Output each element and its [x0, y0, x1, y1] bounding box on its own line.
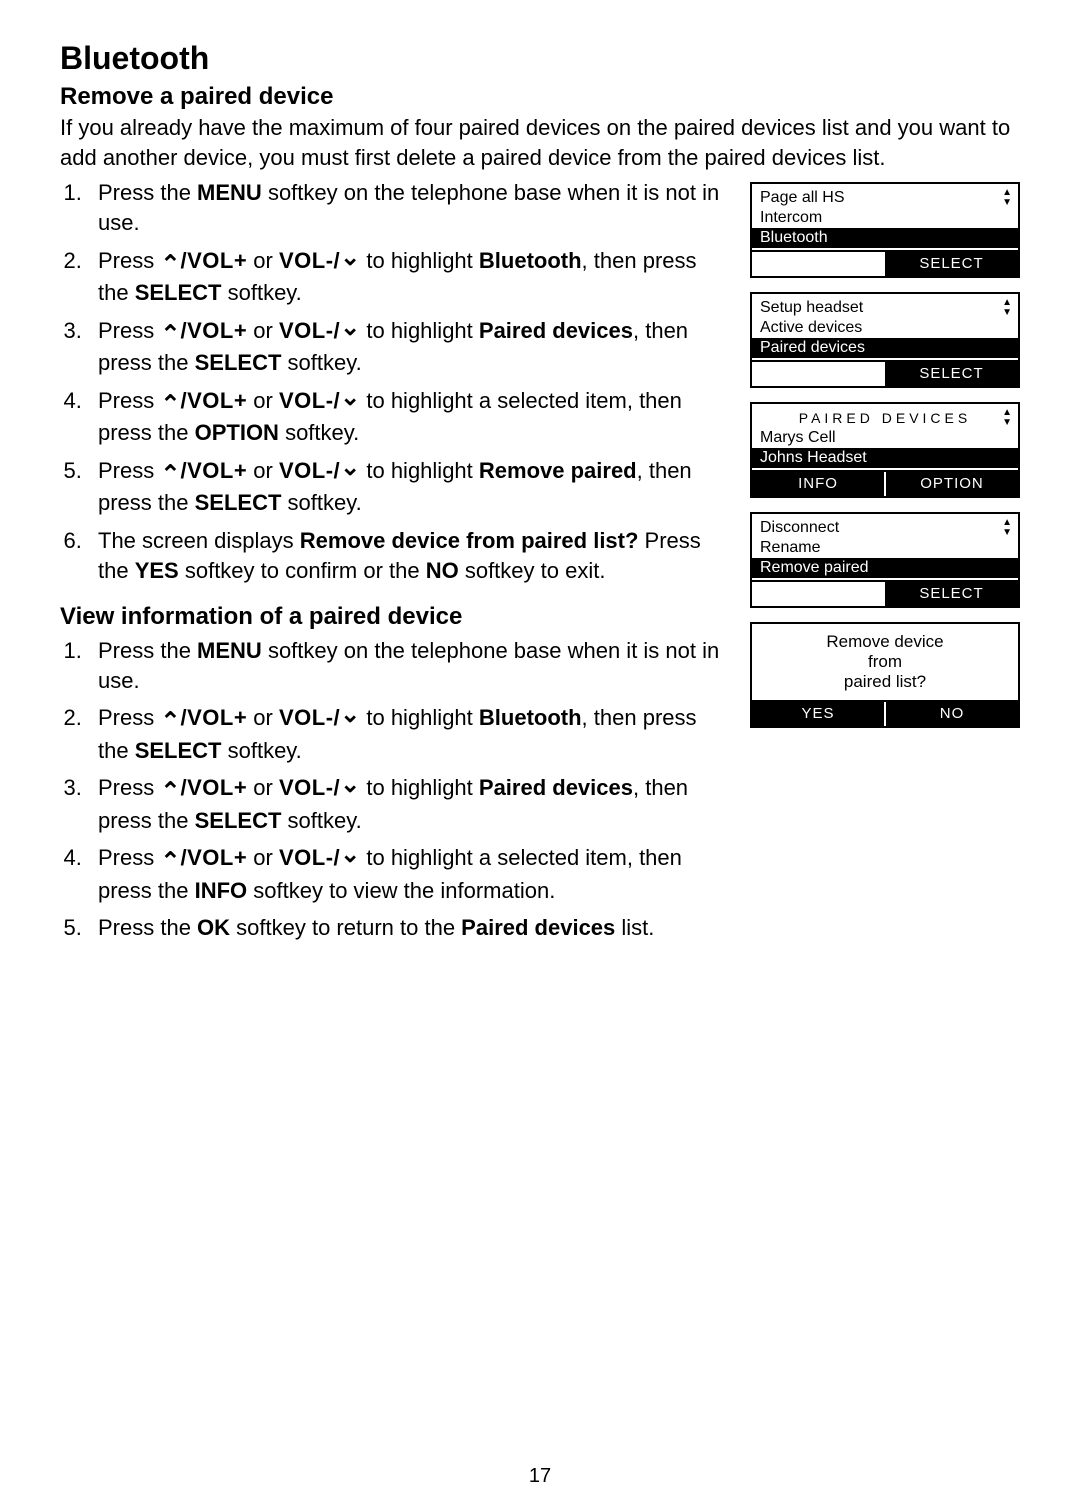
screen-main-menu: Page all HS Intercom Bluetooth SELECT: [750, 182, 1020, 278]
list-item: Press /VOL+ or VOL-/ to highlight Paired…: [88, 773, 732, 835]
scroll-indicator-icon: [1002, 298, 1012, 318]
menu-row-selected: Johns Headset: [752, 448, 1018, 468]
remove-steps: Press the MENU softkey on the telephone …: [60, 178, 732, 585]
scroll-indicator-icon: [1002, 188, 1012, 208]
softkey-select: SELECT: [885, 582, 1018, 606]
screen-title: PAIRED DEVICES: [758, 408, 1012, 428]
screen-bluetooth-menu: Setup headset Active devices Paired devi…: [750, 292, 1020, 388]
list-item: Press /VOL+ or VOL-/ to highlight Blueto…: [88, 246, 732, 308]
softkey-left: [752, 582, 885, 606]
chevron-down-icon: [340, 456, 360, 488]
screen-paired-devices: PAIRED DEVICES Marys Cell Johns Headset …: [750, 402, 1020, 498]
list-item: Press /VOL+ or VOL-/ to highlight a sele…: [88, 386, 732, 448]
menu-row: Active devices: [758, 318, 1012, 338]
menu-row: Disconnect: [758, 518, 1012, 538]
list-item: The screen displays Remove device from p…: [88, 526, 732, 585]
chevron-down-icon: [340, 703, 360, 735]
list-item: Press the MENU softkey on the telephone …: [88, 636, 732, 695]
menu-row-selected: Paired devices: [752, 338, 1018, 358]
page-number: 17: [0, 1465, 1080, 1488]
list-item: Press /VOL+ or VOL-/ to highlight Paired…: [88, 316, 732, 378]
instructions-column: Press the MENU softkey on the telephone …: [60, 176, 732, 959]
chevron-up-icon: [160, 843, 180, 875]
menu-row: Page all HS: [758, 188, 1012, 208]
chevron-down-icon: [340, 246, 360, 278]
view-heading: View information of a paired device: [60, 601, 732, 633]
list-item: Press the MENU softkey on the telephone …: [88, 178, 732, 237]
view-steps: Press the MENU softkey on the telephone …: [60, 636, 732, 943]
softkey-yes: YES: [752, 702, 884, 726]
scroll-indicator-icon: [1002, 408, 1012, 428]
chevron-up-icon: [160, 246, 180, 278]
list-item: Press the OK softkey to return to the Pa…: [88, 913, 732, 943]
screens-column: Page all HS Intercom Bluetooth SELECT Se…: [750, 182, 1020, 959]
chevron-down-icon: [340, 773, 360, 805]
menu-row: Setup headset: [758, 298, 1012, 318]
chevron-down-icon: [340, 386, 360, 418]
menu-row: Intercom: [758, 208, 1012, 228]
softkey-left: [752, 362, 885, 386]
list-item: Press /VOL+ or VOL-/ to highlight Remove…: [88, 456, 732, 518]
remove-intro: If you already have the maximum of four …: [60, 113, 1020, 172]
scroll-indicator-icon: [1002, 518, 1012, 538]
chevron-down-icon: [340, 843, 360, 875]
menu-row: Marys Cell: [758, 428, 1012, 448]
screen-options: Disconnect Rename Remove paired SELECT: [750, 512, 1020, 608]
softkey-select: SELECT: [885, 252, 1018, 276]
menu-row-selected: Remove paired: [752, 558, 1018, 578]
menu-row: Rename: [758, 538, 1012, 558]
menu-row-selected: Bluetooth: [752, 228, 1018, 248]
remove-heading: Remove a paired device: [60, 83, 1020, 111]
chevron-up-icon: [160, 703, 180, 735]
chevron-down-icon: [340, 316, 360, 348]
softkey-select: SELECT: [885, 362, 1018, 386]
manual-page: Bluetooth Remove a paired device If you …: [0, 0, 1080, 1512]
list-item: Press /VOL+ or VOL-/ to highlight Blueto…: [88, 703, 732, 765]
softkey-no: NO: [884, 702, 1018, 726]
softkey-option: OPTION: [884, 472, 1018, 496]
chevron-up-icon: [160, 316, 180, 348]
chevron-up-icon: [160, 386, 180, 418]
softkey-left: [752, 252, 885, 276]
list-item: Press /VOL+ or VOL-/ to highlight a sele…: [88, 843, 732, 905]
chevron-up-icon: [160, 456, 180, 488]
screen-confirm: Remove device from paired list? YES NO: [750, 622, 1020, 728]
confirm-text: Remove device from paired list?: [752, 624, 1018, 700]
softkey-info: INFO: [752, 472, 884, 496]
page-title: Bluetooth: [60, 40, 1020, 77]
chevron-up-icon: [160, 773, 180, 805]
